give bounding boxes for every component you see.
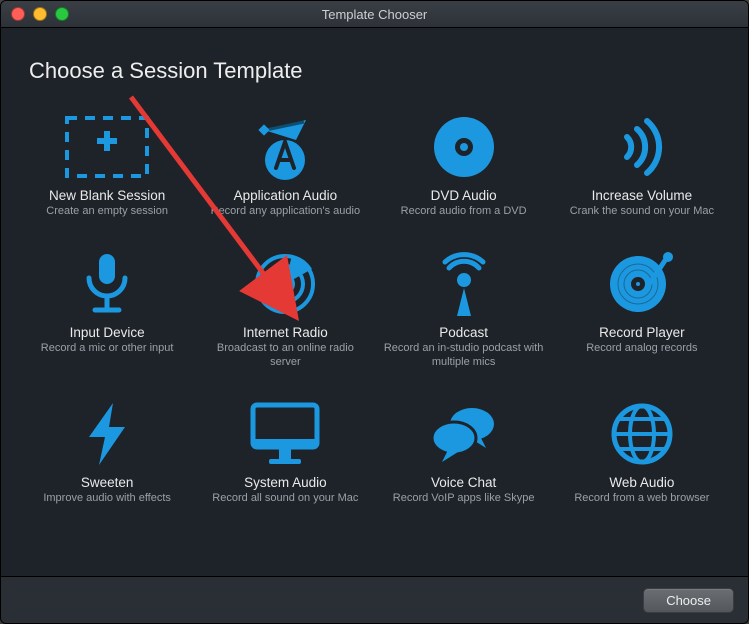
template-voice-chat[interactable]: Voice Chat Record VoIP apps like Skype	[380, 389, 548, 516]
template-system-audio[interactable]: System Audio Record all sound on your Ma…	[201, 389, 369, 516]
template-label: Increase Volume	[562, 188, 722, 203]
speech-bubbles-icon	[384, 395, 544, 473]
imac-icon	[205, 395, 365, 473]
titlebar: Template Chooser	[1, 1, 748, 28]
template-label: Record Player	[562, 325, 722, 340]
microphone-icon	[27, 245, 187, 323]
template-desc: Record an in-studio podcast with multipl…	[384, 342, 544, 370]
template-desc: Record any application's audio	[205, 205, 365, 219]
template-new-blank-session[interactable]: New Blank Session Create an empty sessio…	[23, 102, 191, 229]
template-increase-volume[interactable]: Increase Volume Crank the sound on your …	[558, 102, 726, 229]
template-desc: Record a mic or other input	[27, 342, 187, 356]
template-dvd-audio[interactable]: DVD Audio Record audio from a DVD	[380, 102, 548, 229]
window-title: Template Chooser	[1, 7, 748, 22]
template-desc: Crank the sound on your Mac	[562, 205, 722, 219]
app-store-icon	[205, 108, 365, 186]
template-application-audio[interactable]: Application Audio Record any application…	[201, 102, 369, 229]
radar-icon	[205, 245, 365, 323]
template-label: Voice Chat	[384, 475, 544, 490]
template-internet-radio[interactable]: Internet Radio Broadcast to an online ra…	[201, 239, 369, 380]
footer-bar: Choose	[1, 576, 748, 623]
vinyl-icon	[562, 245, 722, 323]
template-label: DVD Audio	[384, 188, 544, 203]
template-label: Web Audio	[562, 475, 722, 490]
template-desc: Record from a web browser	[562, 492, 722, 506]
template-grid: New Blank Session Create an empty sessio…	[23, 102, 726, 516]
template-record-player[interactable]: Record Player Record analog records	[558, 239, 726, 380]
podcast-icon	[384, 245, 544, 323]
plus-dashed-icon	[27, 108, 187, 186]
template-chooser-window: Template Chooser Choose a Session Templa…	[0, 0, 749, 624]
template-desc: Create an empty session	[27, 205, 187, 219]
template-label: Internet Radio	[205, 325, 365, 340]
template-input-device[interactable]: Input Device Record a mic or other input	[23, 239, 191, 380]
choose-button[interactable]: Choose	[643, 588, 734, 613]
template-desc: Record audio from a DVD	[384, 205, 544, 219]
template-label: System Audio	[205, 475, 365, 490]
disc-icon	[384, 108, 544, 186]
template-desc: Record analog records	[562, 342, 722, 356]
template-sweeten[interactable]: Sweeten Improve audio with effects	[23, 389, 191, 516]
sound-waves-icon	[562, 108, 722, 186]
template-label: Podcast	[384, 325, 544, 340]
template-label: Application Audio	[205, 188, 365, 203]
lightning-icon	[27, 395, 187, 473]
template-desc: Improve audio with effects	[27, 492, 187, 506]
page-title: Choose a Session Template	[29, 58, 726, 84]
template-desc: Broadcast to an online radio server	[205, 342, 365, 370]
content-area: Choose a Session Template New Blank Sess…	[1, 28, 748, 516]
template-label: Sweeten	[27, 475, 187, 490]
template-desc: Record all sound on your Mac	[205, 492, 365, 506]
template-web-audio[interactable]: Web Audio Record from a web browser	[558, 389, 726, 516]
template-desc: Record VoIP apps like Skype	[384, 492, 544, 506]
globe-icon	[562, 395, 722, 473]
template-label: Input Device	[27, 325, 187, 340]
template-podcast[interactable]: Podcast Record an in-studio podcast with…	[380, 239, 548, 380]
template-label: New Blank Session	[27, 188, 187, 203]
